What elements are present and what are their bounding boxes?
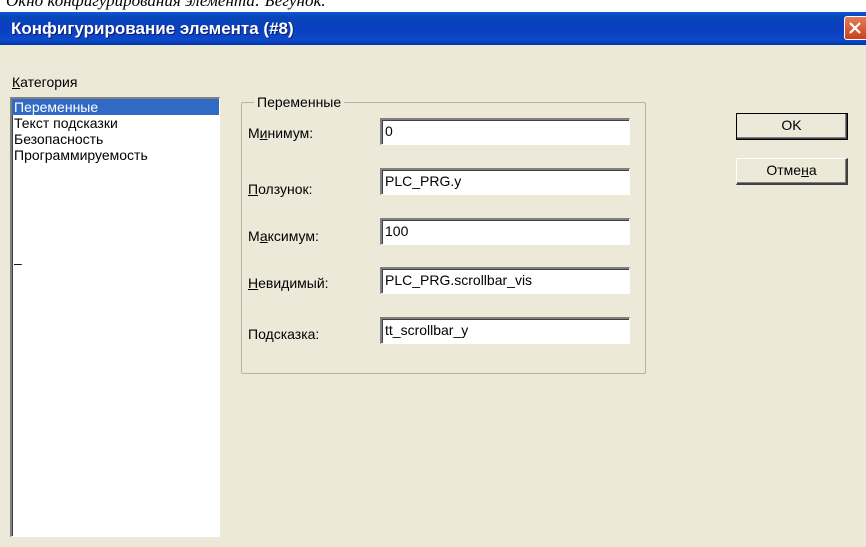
- category-label-mnemonic: К: [12, 74, 21, 90]
- maximum-label: Максимум:: [248, 228, 319, 244]
- group-title: Переменные: [254, 94, 345, 110]
- maximum-input[interactable]: 100: [380, 218, 630, 245]
- ok-button[interactable]: OK: [736, 113, 848, 140]
- tooltip-input[interactable]: tt_scrollbar_y: [380, 317, 630, 344]
- category-item-variables[interactable]: Переменные: [12, 99, 219, 115]
- category-list[interactable]: Переменные Текст подсказки Безопасность …: [10, 97, 220, 537]
- category-item-programmability[interactable]: Программируемость: [12, 147, 219, 163]
- category-item-tooltip-text[interactable]: Текст подсказки: [12, 115, 219, 131]
- window-title: Конфигурирование элемента (#8): [11, 19, 294, 38]
- cancel-button[interactable]: Отмена: [736, 158, 848, 185]
- slider-label: Ползунок:: [248, 181, 313, 197]
- category-item-security[interactable]: Безопасность: [12, 131, 219, 147]
- minimum-input[interactable]: 0: [380, 118, 630, 145]
- category-label-rest: атегория: [20, 74, 78, 90]
- close-icon: [849, 22, 861, 34]
- close-button[interactable]: [844, 16, 866, 40]
- minimum-label: Минимум:: [248, 125, 314, 141]
- invisible-label: Невидимый:: [248, 275, 329, 291]
- title-bar[interactable]: Конфигурирование элемента (#8): [0, 12, 866, 45]
- category-label: Категория: [12, 74, 77, 90]
- config-dialog: Конфигурирование элемента (#8) Категория…: [0, 12, 866, 547]
- figure-caption-strip: Окно конфигурирования элемента: Бегунок.: [0, 0, 866, 12]
- list-marker: –: [14, 255, 22, 271]
- figure-caption: Окно конфигурирования элемента: Бегунок.: [6, 0, 326, 10]
- invisible-input[interactable]: PLC_PRG.scrollbar_vis: [380, 267, 630, 294]
- tooltip-label: Подсказка:: [248, 326, 320, 342]
- slider-input[interactable]: PLC_PRG.y: [380, 168, 630, 195]
